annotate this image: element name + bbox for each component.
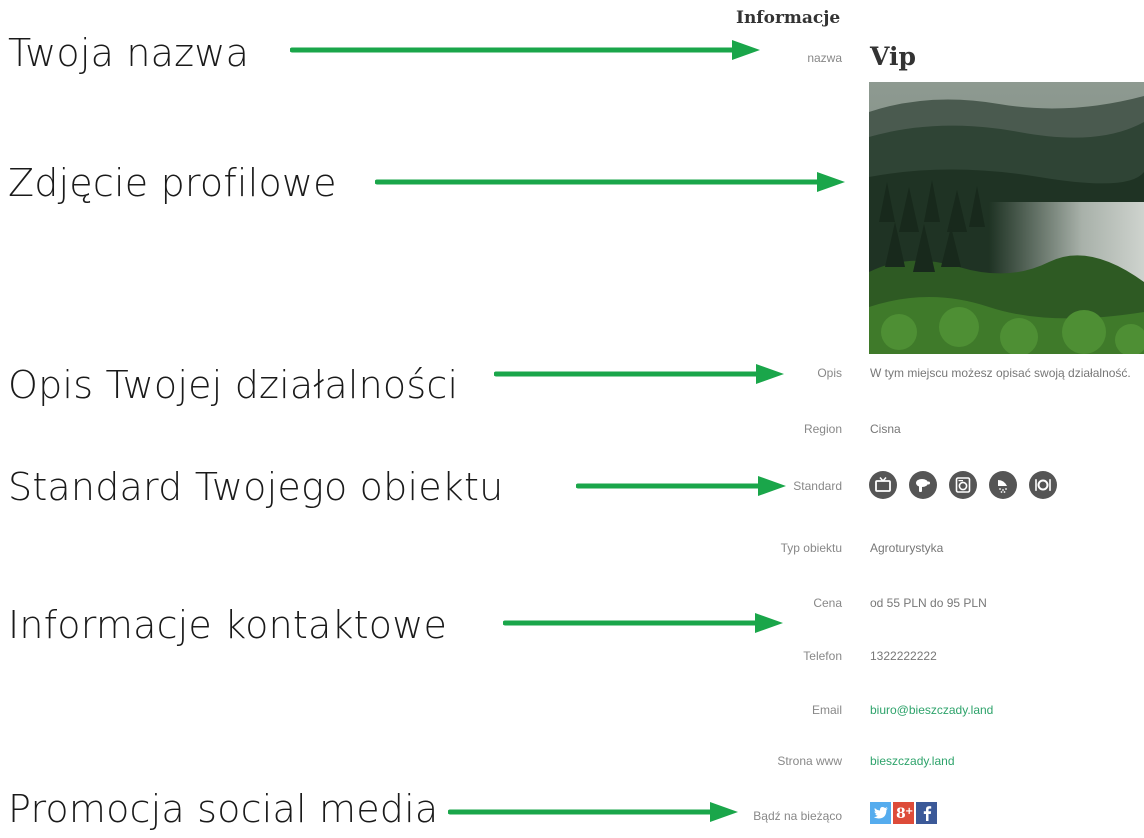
annotation-standard: Standard Twojego obiektu [8, 465, 504, 509]
price-label: Cena [813, 596, 842, 610]
social-links: 8 + [870, 802, 937, 824]
website-label: Strona www [777, 754, 842, 768]
amenities-list [869, 471, 1057, 499]
shower-icon [989, 471, 1017, 499]
google-plus-icon[interactable]: 8 + [893, 802, 914, 824]
tv-icon [869, 471, 897, 499]
profile-photo [869, 82, 1144, 354]
arrow-name [290, 40, 760, 60]
twitter-icon[interactable] [870, 802, 891, 824]
arrow-standard [576, 476, 786, 496]
region-label: Region [803, 422, 842, 436]
phone-value: 1322222222 [870, 649, 937, 663]
arrow-contact [503, 613, 783, 633]
facebook-icon[interactable] [916, 802, 937, 824]
annotation-name: Twoja nazwa [8, 31, 250, 75]
hair-dryer-icon [909, 471, 937, 499]
email-link[interactable]: biuro@bieszczady.land [870, 703, 993, 717]
arrow-description [494, 364, 784, 384]
price-value: od 55 PLN do 95 PLN [870, 596, 987, 610]
description-label: Opis [817, 366, 842, 380]
arrow-profile-photo [375, 172, 845, 192]
standard-label: Standard [793, 479, 842, 493]
website-link[interactable]: bieszczady.land [870, 754, 955, 768]
section-title: Informacje [736, 8, 841, 28]
restaurant-icon [1029, 471, 1057, 499]
description-value: W tym miejscu możesz opisać swoją działa… [870, 366, 1131, 380]
annotation-profile-photo: Zdjęcie profilowe [8, 161, 337, 205]
annotation-description: Opis Twojej działalności [8, 363, 459, 407]
name-label: nazwa [807, 51, 842, 65]
annotation-social: Promocja social media [8, 787, 439, 831]
annotation-contact: Informacje kontaktowe [8, 603, 448, 647]
region-value: Cisna [870, 422, 901, 436]
social-label: Bądź na bieżąco [753, 809, 842, 823]
profile-name: Vip [870, 42, 916, 71]
washing-machine-icon [949, 471, 977, 499]
arrow-social [448, 802, 738, 822]
email-label: Email [811, 703, 842, 717]
svg-text:+: + [905, 806, 913, 817]
type-label: Typ obiektu [780, 541, 842, 555]
phone-label: Telefon [803, 649, 842, 663]
type-value: Agroturystyka [870, 541, 944, 555]
